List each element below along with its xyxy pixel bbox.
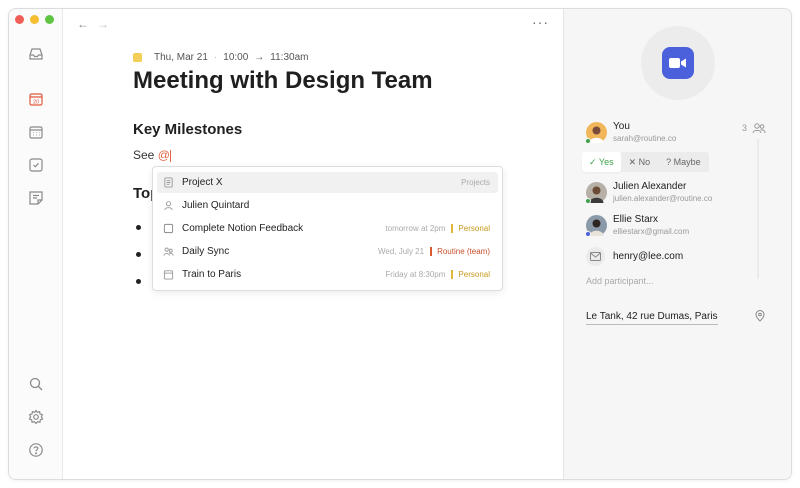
mention-item-meta: tomorrow at 2pm (385, 224, 446, 233)
rsvp-no-button[interactable]: ✕ No (620, 152, 659, 172)
mention-prefix: See (133, 148, 158, 162)
participant-count[interactable]: 3 (742, 122, 766, 134)
mention-item-meeting[interactable]: Daily Sync Wed, July 21 Routine (team) (157, 241, 498, 262)
status-badge (585, 230, 591, 237)
section-heading-milestones[interactable]: Key Milestones (133, 121, 242, 138)
mention-item-tag: Personal (451, 224, 490, 233)
time-arrow: → (254, 52, 265, 63)
rsvp-selector: ✓ Yes ✕ No ? Maybe (582, 152, 716, 172)
organizer[interactable]: You sarah@routine.co (585, 121, 677, 144)
calendar-today-icon[interactable]: 20 (27, 90, 45, 108)
participant-name: Ellie Starx (613, 214, 659, 225)
calendar-icon (163, 269, 174, 280)
list-bullet (136, 279, 141, 284)
participant-email: julien.alexander@routine.co (613, 194, 713, 203)
mention-item-label: Train to Paris (182, 269, 242, 280)
help-icon[interactable] (27, 441, 45, 459)
list-bullet (136, 225, 141, 230)
location-field[interactable]: Le Tank, 42 rue Dumas, Paris (586, 311, 718, 325)
divider (757, 139, 759, 279)
conference-link[interactable] (641, 26, 715, 100)
forward-button[interactable]: → (97, 17, 109, 31)
status-badge (585, 197, 591, 204)
calendar-grid-icon[interactable] (27, 123, 45, 141)
rsvp-maybe-label: Maybe (673, 157, 701, 167)
mention-item-person[interactable]: Julien Quintard (157, 195, 498, 216)
event-meta: Thu, Mar 21 · 10:00 → 11:30am (133, 52, 308, 63)
mail-icon (586, 247, 605, 266)
event-date[interactable]: Thu, Mar 21 (154, 52, 208, 63)
avatar (585, 181, 607, 204)
add-participant-input[interactable]: Add participant... (586, 276, 654, 286)
event-title[interactable]: Meeting with Design Team (133, 67, 433, 95)
location-pin-icon[interactable] (754, 310, 766, 322)
participant[interactable]: Julien Alexander julien.alexander@routin… (585, 181, 713, 204)
rsvp-maybe-button[interactable]: ? Maybe (658, 152, 709, 172)
avatar (585, 121, 607, 144)
invited-guest[interactable]: henry@lee.com (586, 247, 683, 266)
people-icon (752, 123, 766, 134)
mention-item-tag: Routine (team) (430, 247, 490, 256)
mention-item-label: Complete Notion Feedback (182, 223, 304, 234)
maximize-window-button[interactable] (45, 15, 54, 24)
mention-item-meta: Wed, July 21 (377, 247, 425, 256)
people-icon (163, 246, 174, 257)
mention-line[interactable]: See @ (133, 148, 171, 162)
mention-item-meta: Projects (461, 178, 490, 187)
participant-email: elliestarx@gmail.com (613, 227, 690, 236)
search-icon[interactable] (27, 375, 45, 393)
participant[interactable]: Ellie Starx elliestarx@gmail.com (585, 214, 690, 237)
participant-count-value: 3 (742, 123, 748, 133)
sidebar: 20 (9, 9, 63, 479)
rsvp-no-label: No (638, 157, 651, 167)
list-bullet (136, 252, 141, 257)
mention-item-event[interactable]: Train to Paris Friday at 8:30pm Personal (157, 264, 498, 285)
document-icon (163, 177, 174, 188)
zoom-video-icon (662, 47, 694, 79)
calendar-day-number: 20 (33, 100, 39, 106)
event-editor: ← → ··· Thu, Mar 21 · 10:00 → 11:30am Me… (63, 9, 563, 479)
mention-item-meta: Friday at 8:30pm (385, 270, 446, 279)
mention-trigger: @ (157, 148, 170, 162)
mention-popup: Project X Projects Julien Quintard Compl… (152, 166, 503, 291)
task-check-icon[interactable] (27, 156, 45, 174)
organizer-email: sarah@routine.co (613, 134, 677, 143)
event-details-panel: You sarah@routine.co 3 ✓ Yes ✕ No ? Mayb… (563, 9, 791, 479)
meta-separator: · (213, 52, 218, 63)
rsvp-yes-button[interactable]: ✓ Yes (582, 152, 621, 172)
event-end-time[interactable]: 11:30am (270, 52, 308, 63)
mention-item-label: Project X (182, 177, 223, 188)
invited-email: henry@lee.com (613, 251, 684, 262)
rsvp-yes-label: Yes (598, 157, 614, 167)
app-window: 20 ← → ··· Thu, Mar 21 · 10:00 → 11:30am… (8, 8, 792, 480)
avatar (585, 214, 607, 237)
window-controls (15, 15, 54, 24)
settings-icon[interactable] (27, 408, 45, 426)
event-start-time[interactable]: 10:00 (223, 52, 248, 63)
mention-item-label: Daily Sync (182, 246, 230, 257)
inbox-icon[interactable] (27, 45, 45, 63)
close-window-button[interactable] (15, 15, 24, 24)
event-color-swatch[interactable] (133, 53, 142, 62)
text-caret (169, 149, 171, 162)
more-options-button[interactable]: ··· (532, 14, 549, 30)
mention-item-tag: Personal (451, 270, 490, 279)
participant-name: Julien Alexander (613, 181, 687, 192)
notes-icon[interactable] (27, 189, 45, 207)
checkbox-icon (163, 223, 174, 234)
status-badge (585, 137, 591, 144)
mention-item-task[interactable]: Complete Notion Feedback tomorrow at 2pm… (157, 218, 498, 239)
person-icon (163, 200, 174, 211)
back-button[interactable]: ← (77, 17, 89, 31)
minimize-window-button[interactable] (30, 15, 39, 24)
organizer-name: You (613, 121, 630, 132)
mention-item-label: Julien Quintard (182, 200, 250, 211)
mention-item-project[interactable]: Project X Projects (157, 172, 498, 193)
